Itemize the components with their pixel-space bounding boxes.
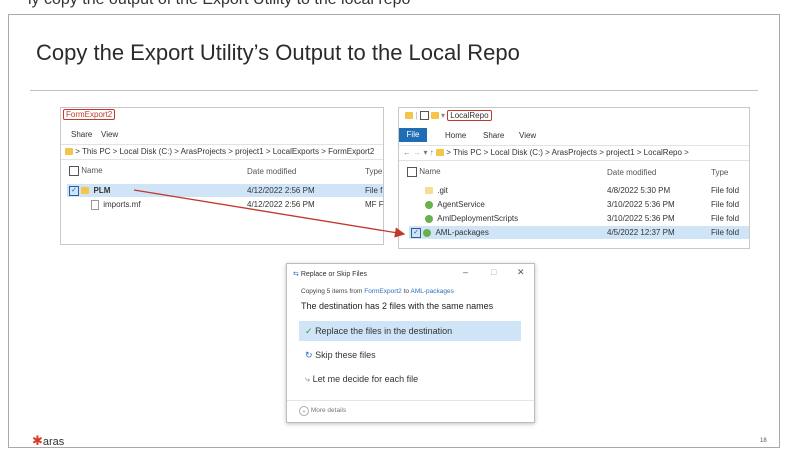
replace-files-option[interactable]: ✓ Replace the files in the destination: [299, 321, 521, 341]
more-details-label: More details: [310, 407, 347, 414]
copy-icon: ⇆: [293, 271, 299, 278]
dialog-title-text: Replace or Skip Files: [300, 271, 367, 278]
checkmark-icon: ✓: [305, 326, 313, 336]
chevron-down-icon: ⌄: [299, 406, 309, 416]
maximize-button[interactable]: □: [491, 267, 496, 277]
skip-icon: ↻: [305, 350, 313, 360]
option-label: Replace the files in the destination: [315, 326, 453, 336]
compare-icon: ⤷: [305, 374, 311, 384]
copy-status: Copying 5 items from FormExport2 to AML-…: [301, 288, 454, 295]
aras-logo: ✱aras: [32, 433, 64, 449]
dialog-divider: [287, 400, 534, 401]
dialog-title: ⇆ Replace or Skip Files: [293, 270, 367, 278]
aras-logo-mark: ✱: [32, 433, 43, 448]
replace-or-skip-dialog: ⇆ Replace or Skip Files – □ ✕ Copying 5 …: [286, 263, 535, 423]
minimize-button[interactable]: –: [463, 267, 468, 277]
more-details-toggle[interactable]: ⌄ More details: [299, 406, 346, 416]
option-label: Let me decide for each file: [312, 374, 419, 384]
copy-prefix: Copying 5 items from: [301, 288, 365, 295]
drag-arrow-line: [133, 189, 406, 238]
decide-each-file-option[interactable]: ⤷ Let me decide for each file: [299, 369, 521, 389]
skip-files-option[interactable]: ↻ Skip these files: [299, 345, 521, 365]
page-number: 18: [760, 438, 767, 444]
destination-link[interactable]: AML-packages: [410, 288, 453, 295]
source-link[interactable]: FormExport2: [364, 288, 402, 295]
option-label: Skip these files: [315, 350, 376, 360]
dialog-heading: The destination has 2 files with the sam…: [301, 301, 494, 311]
aras-logo-text: aras: [42, 436, 65, 448]
close-button[interactable]: ✕: [517, 267, 525, 278]
